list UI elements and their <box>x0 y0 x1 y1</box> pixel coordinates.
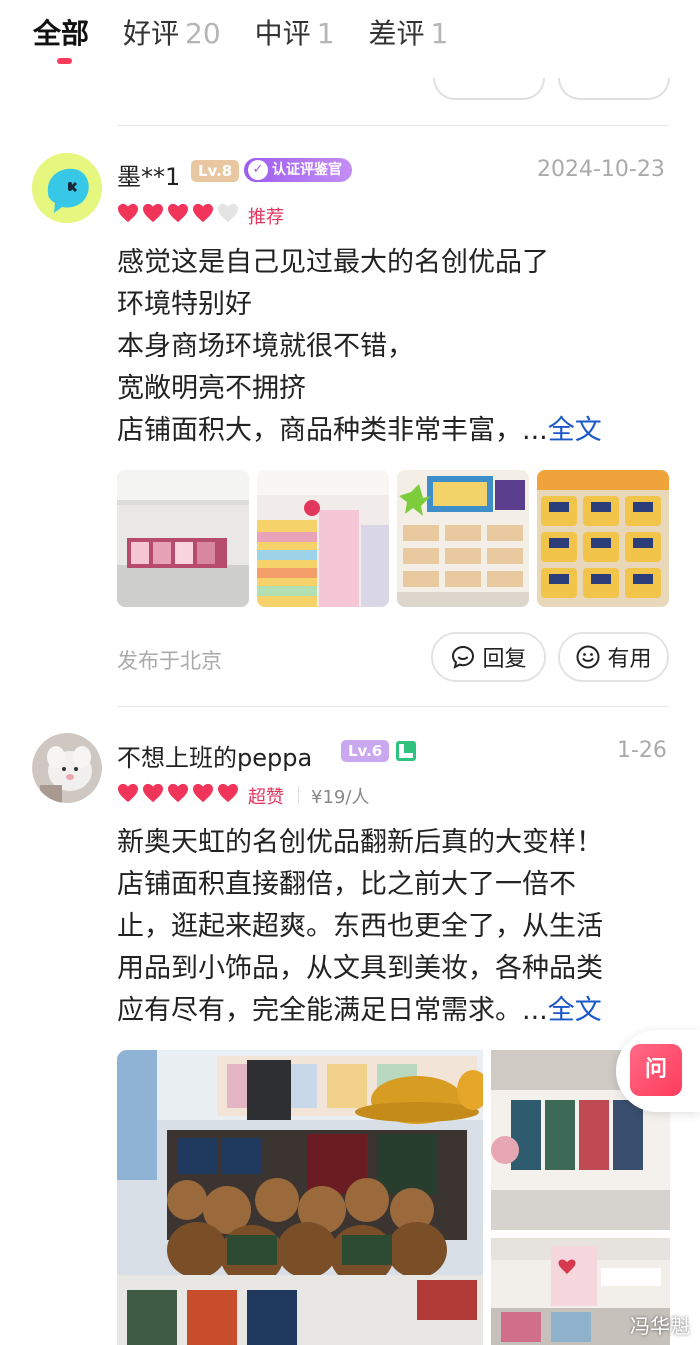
avatar[interactable] <box>32 733 102 803</box>
review-line: 环境特别好 <box>117 289 252 320</box>
heart-filled-icon <box>118 203 138 223</box>
review-username[interactable]: 墨**1 <box>117 157 180 192</box>
level-badge: Lv.8 <box>191 160 240 182</box>
review-photo[interactable] <box>397 470 529 607</box>
review-line: 感觉这是自己见过最大的名创优品了 <box>117 247 549 278</box>
rating-tag: 推荐 <box>248 207 284 228</box>
rating-hearts <box>117 783 239 803</box>
review-line: 宽敞明亮不拥挤 <box>117 373 306 404</box>
review-date: 1-26 <box>617 738 667 763</box>
tab-negative-count: 1 <box>430 17 449 50</box>
heart-filled-icon <box>168 783 188 803</box>
post-location: 发布于北京 <box>117 649 222 673</box>
divider <box>117 125 668 126</box>
heart-filled-icon <box>143 203 163 223</box>
heart-empty-icon <box>218 203 238 223</box>
tab-all-label: 全部 <box>33 17 90 50</box>
review-date: 2024-10-23 <box>537 157 665 182</box>
separator <box>298 786 299 804</box>
divider <box>117 706 668 707</box>
tab-all[interactable]: 全部 <box>33 12 89 52</box>
review-photo[interactable] <box>117 470 249 607</box>
review-filter-tabs: 全部 好评 20 中评 1 差评 1 <box>0 0 700 70</box>
heart-filled-icon <box>193 783 213 803</box>
review-line: 止，逛起来超爽。东西也更全了，从生活 <box>117 911 603 942</box>
cert-label: 认证评鉴官 <box>272 162 342 178</box>
review-text[interactable]: 新奥天虹的名创优品翻新后真的大变样！ 店铺面积直接翻倍，比之前大了一倍不 止，逛… <box>117 822 657 1032</box>
read-more-link[interactable]: 全文 <box>548 995 602 1026</box>
review-text[interactable]: 感觉这是自己见过最大的名创优品了 环境特别好 本身商场环境就很不错， 宽敞明亮不… <box>117 242 657 452</box>
reply-label: 回复 <box>482 647 527 672</box>
member-badge-icon <box>394 739 418 763</box>
comment-icon <box>452 645 475 669</box>
tab-positive-count: 20 <box>185 17 221 50</box>
heart-filled-icon <box>218 783 238 803</box>
review-line: 新奥天虹的名创优品翻新后真的大变样！ <box>117 827 603 858</box>
watermark: 冯华魁 <box>630 1314 690 1338</box>
tab-positive[interactable]: 好评 20 <box>123 12 221 52</box>
heart-filled-icon <box>143 783 163 803</box>
tab-neutral-label: 中评 <box>254 17 311 50</box>
verified-icon: ✓ <box>248 160 268 180</box>
price-per-person: ¥19/人 <box>311 787 370 808</box>
rating-hearts <box>117 203 239 223</box>
avatar[interactable] <box>32 153 102 223</box>
review-photo[interactable] <box>117 1050 483 1345</box>
tab-neutral-count: 1 <box>316 17 335 50</box>
heart-filled-icon <box>193 203 213 223</box>
read-more-link[interactable]: 全文 <box>548 415 602 446</box>
review-line: 本身商场环境就很不错， <box>117 331 414 362</box>
tab-negative-label: 差评 <box>368 17 425 50</box>
active-tab-indicator <box>57 58 72 64</box>
heart-filled-icon <box>118 783 138 803</box>
review-line: 应有尽有，完全能满足日常需求。... <box>117 995 548 1026</box>
useful-label: 有用 <box>607 647 652 672</box>
certified-reviewer-badge: ✓ 认证评鉴官 <box>244 158 352 182</box>
ask-floating-button[interactable]: 问 <box>616 1030 700 1112</box>
review-line: 店铺面积大，商品种类非常丰富，... <box>117 415 548 446</box>
rating-tag: 超赞 <box>248 787 284 808</box>
reply-button[interactable]: 回复 <box>431 632 546 682</box>
review-photo[interactable] <box>257 470 389 607</box>
tab-neutral[interactable]: 中评 1 <box>255 12 335 52</box>
tab-positive-label: 好评 <box>123 17 180 50</box>
review-line: 用品到小饰品，从文具到美妆，各种品类 <box>117 953 603 984</box>
review-photos <box>117 470 669 607</box>
review-photo[interactable] <box>537 470 669 607</box>
heart-filled-icon <box>168 203 188 223</box>
previous-useful-button[interactable] <box>558 78 670 100</box>
smile-icon <box>576 645 600 669</box>
useful-button[interactable]: 有用 <box>558 632 669 682</box>
ask-icon: 问 <box>630 1044 682 1096</box>
level-badge: Lv.6 <box>341 740 390 762</box>
review-username[interactable]: 不想上班的peppa <box>117 738 312 773</box>
previous-reply-button[interactable] <box>433 78 545 100</box>
tab-negative[interactable]: 差评 1 <box>369 12 449 52</box>
review-line: 店铺面积直接翻倍，比之前大了一倍不 <box>117 869 576 900</box>
